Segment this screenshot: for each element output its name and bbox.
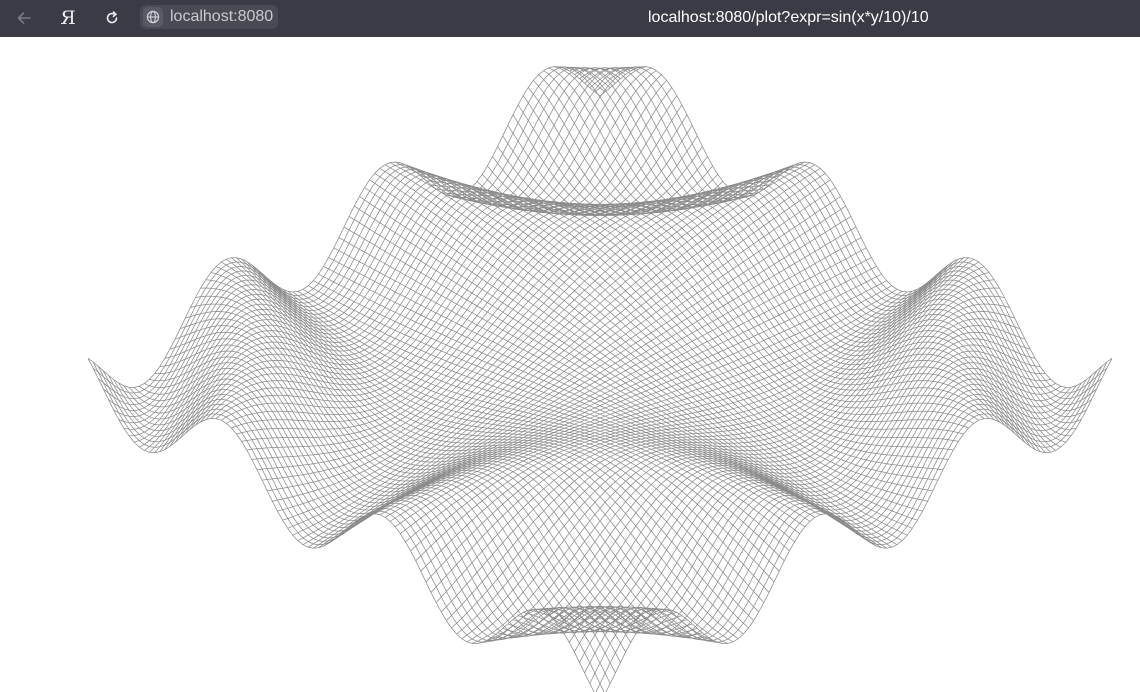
mesh-line-y <box>282 164 795 521</box>
mesh-line-y <box>149 74 662 453</box>
mesh-line-y <box>103 67 616 405</box>
browser-toolbar: Я localhost:8080 localhost:8080/plot?exp… <box>0 0 1140 37</box>
mesh-line-y <box>134 66 647 443</box>
page-content <box>0 37 1140 692</box>
reload-icon <box>106 11 118 24</box>
mesh-line-y <box>174 114 688 443</box>
mesh-line-y <box>267 175 780 492</box>
mesh-line-y <box>272 171 785 502</box>
mesh-line-y <box>497 303 1010 637</box>
address-host-chip[interactable]: localhost:8080 <box>140 5 278 29</box>
mesh-line-y <box>523 338 1036 633</box>
mesh-line-y <box>333 205 847 541</box>
address-host-text: localhost:8080 <box>170 8 274 25</box>
arrow-left-icon <box>17 12 31 24</box>
mesh-line-y <box>118 67 631 424</box>
mesh-line-y <box>287 162 800 529</box>
mesh-line-y <box>394 291 908 528</box>
globe-icon[interactable] <box>143 7 163 27</box>
mesh-line-y <box>482 279 995 643</box>
yandex-button[interactable]: Я <box>53 5 83 31</box>
mesh-line-y <box>430 268 944 593</box>
back-button[interactable] <box>9 5 39 31</box>
mesh-line-y <box>154 80 667 453</box>
mesh-line-y <box>220 191 734 421</box>
mesh-line-y <box>517 331 1031 633</box>
mesh-line-y <box>215 187 729 419</box>
mesh-line-y <box>210 181 724 419</box>
yandex-logo-icon: Я <box>60 7 76 29</box>
reload-button[interactable] <box>97 5 127 31</box>
mesh-line-y <box>579 375 1092 663</box>
surface-plot <box>87 66 1113 692</box>
wireframe-mesh <box>87 66 1113 692</box>
mesh-line-y <box>533 350 1046 633</box>
mesh-line-y <box>144 70 657 451</box>
mesh-line-y <box>302 164 816 546</box>
mesh-line-y <box>87 66 601 388</box>
mesh-line-y <box>400 290 913 534</box>
page-url-title[interactable]: localhost:8080/plot?expr=sin(x*y/10)/10 <box>648 0 929 37</box>
